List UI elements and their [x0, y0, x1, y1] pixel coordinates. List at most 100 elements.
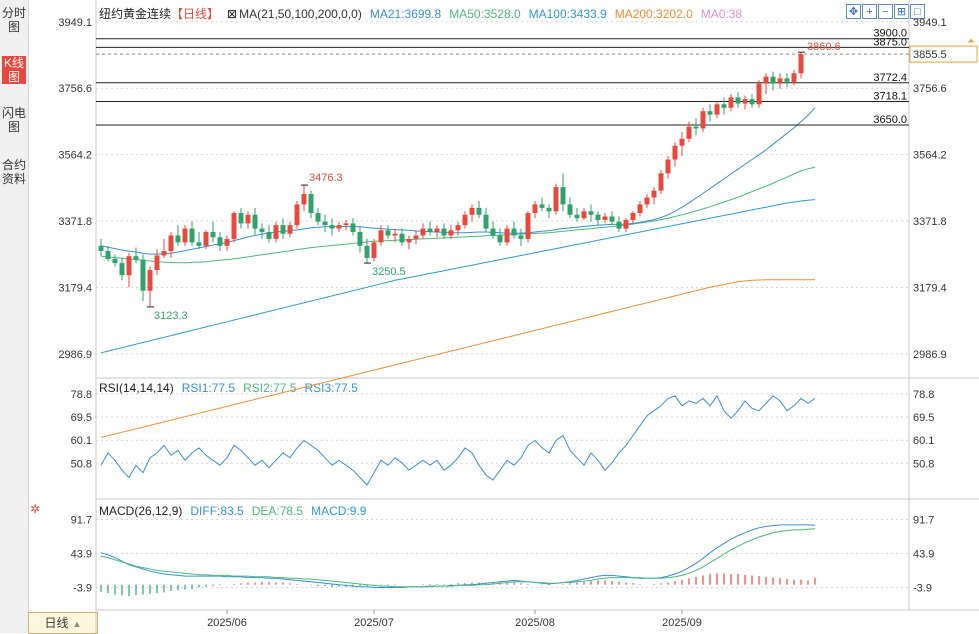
candle-body	[518, 235, 524, 239]
candle-body	[252, 214, 258, 229]
candle-body	[749, 99, 755, 105]
current-price-label: 3855.5	[913, 49, 947, 61]
y-tick-right: 3371.8	[913, 216, 947, 228]
candle-body	[406, 238, 412, 243]
candle-body	[511, 228, 517, 236]
chart-canvas[interactable]: 3900.03875.03772.43718.13650.03855.5⏶ 38…	[0, 0, 979, 633]
y-tick-left: 3371.8	[58, 216, 92, 228]
candle-body	[630, 213, 636, 220]
candle-body	[161, 251, 167, 256]
candle-body	[238, 213, 244, 224]
y-tick-left: 3756.6	[58, 83, 92, 95]
ma50-line	[100, 166, 816, 264]
candle-body	[686, 126, 692, 139]
candle-body	[714, 104, 720, 115]
candle-body	[525, 213, 531, 239]
candle-body	[567, 204, 573, 215]
y-tick-right: 3179.4	[913, 282, 947, 294]
candle-body	[154, 255, 160, 270]
candle-body	[644, 197, 650, 205]
rsi-tick-right: 60.1	[913, 435, 934, 447]
rsi-tick-left: 78.8	[71, 389, 92, 401]
chart-window: 分时图 K线图 闪电图 合约资料 日线 ▲ 纽约黄金连续【日线】 ⊠ MA(21,50…	[0, 0, 979, 634]
candle-body	[112, 258, 118, 264]
candle-body	[210, 232, 216, 238]
candle-body	[553, 187, 559, 212]
candle-body	[322, 221, 328, 226]
level-label: 3650.0	[873, 114, 907, 126]
macd-tick-right: -3.9	[913, 582, 932, 594]
y-tick-left: 3949.1	[58, 17, 92, 29]
candle-body	[329, 225, 335, 229]
candle-body	[476, 207, 482, 215]
candle-body	[469, 207, 475, 215]
candle-body	[609, 216, 615, 222]
level-label: 3718.1	[873, 91, 907, 103]
candle-body	[182, 228, 188, 243]
rsi-tick-left: 60.1	[71, 435, 92, 447]
x-tick-label: 2025/06	[207, 617, 247, 629]
candle-body	[105, 251, 111, 259]
y-tick-left: 3564.2	[58, 150, 92, 162]
candle-body	[798, 54, 804, 74]
y-tick-right: 2986.9	[913, 349, 947, 361]
macd-tick-left: -3.9	[73, 582, 92, 594]
candle-body	[427, 228, 433, 233]
candle-body	[756, 83, 762, 105]
candle-body	[259, 228, 265, 233]
candle-body	[217, 237, 223, 246]
candle-body	[245, 214, 251, 224]
candle-body	[399, 233, 405, 243]
low-annotation: 3123.3	[154, 310, 188, 322]
candle-body	[273, 225, 279, 239]
candle-body	[413, 235, 419, 239]
level-label: 3875.0	[873, 36, 907, 48]
candle-body	[637, 204, 643, 214]
macd-tick-right: 43.9	[913, 548, 934, 560]
x-tick-label: 2025/08	[515, 617, 555, 629]
ma200-line	[100, 279, 815, 438]
candle-body	[168, 235, 174, 252]
candle-body	[679, 138, 685, 146]
candle-body	[742, 99, 748, 104]
candle-body	[378, 230, 384, 243]
candle-body	[371, 242, 377, 258]
candle-body	[287, 225, 293, 234]
candle-body	[140, 259, 146, 291]
candle-body	[728, 97, 734, 108]
candle-body	[483, 214, 489, 229]
candle-body	[420, 228, 426, 236]
candle-body	[336, 225, 342, 229]
price-marker-icon: ⏶	[967, 36, 975, 47]
y-tick-right: 3564.2	[913, 150, 947, 162]
candle-body	[364, 245, 370, 258]
macd-tick-left: 43.9	[71, 548, 92, 560]
high-annotation: 3860.6	[807, 41, 841, 53]
candle-body	[616, 221, 622, 229]
candle-body	[700, 111, 706, 129]
candle-body	[308, 194, 314, 214]
candle-body	[560, 187, 566, 205]
candle-body	[119, 263, 125, 276]
rsi-tick-right: 50.8	[913, 458, 934, 470]
candle-body	[203, 232, 209, 246]
x-tick-label: 2025/07	[354, 617, 394, 629]
rsi-tick-left: 50.8	[71, 458, 92, 470]
candle-body	[147, 269, 153, 291]
candle-body	[490, 228, 496, 236]
candle-body	[707, 111, 713, 115]
level-label: 3772.4	[873, 72, 907, 84]
candle-body	[665, 159, 671, 174]
candle-body	[133, 256, 139, 260]
candle-body	[532, 204, 538, 214]
candle-body	[539, 204, 545, 208]
candle-body	[189, 228, 195, 243]
candle-body	[266, 232, 272, 239]
candle-body	[392, 233, 398, 236]
candle-body	[770, 76, 776, 84]
candle-body	[126, 256, 132, 276]
candle-body	[294, 204, 300, 226]
candle-body	[343, 223, 349, 226]
candle-body	[350, 223, 356, 233]
candle-body	[280, 225, 286, 234]
